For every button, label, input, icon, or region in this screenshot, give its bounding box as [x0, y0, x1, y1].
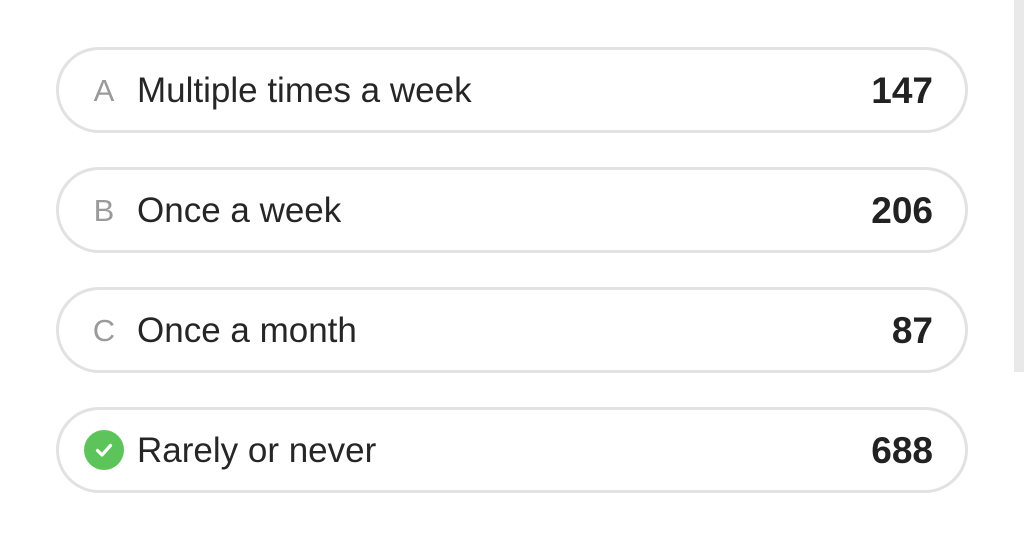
poll-option-b[interactable]: B Once a week 206: [56, 167, 968, 253]
option-marker: B: [84, 190, 124, 230]
option-letter: C: [92, 312, 116, 348]
option-label: Once a month: [137, 310, 357, 350]
option-label: Multiple times a week: [137, 70, 472, 110]
poll-option-a[interactable]: A Multiple times a week 147: [56, 47, 968, 133]
option-letter: B: [93, 192, 115, 228]
option-vote-count: 688: [871, 429, 933, 471]
option-vote-count: 206: [871, 189, 933, 231]
check-circle-icon: [84, 430, 124, 470]
poll-option-d-selected[interactable]: Rarely or never 688: [56, 407, 968, 493]
option-letter: A: [93, 72, 115, 108]
option-vote-count: 147: [871, 69, 933, 111]
option-vote-count: 87: [891, 309, 933, 351]
poll-results-page: A Multiple times a week 147 B Once a wee…: [0, 0, 1024, 556]
poll-options-list: A Multiple times a week 147 B Once a wee…: [56, 47, 968, 493]
option-label: Rarely or never: [137, 430, 377, 470]
poll-option-c[interactable]: C Once a month 87: [56, 287, 968, 373]
scrollbar[interactable]: [1014, 0, 1024, 372]
option-marker: C: [84, 310, 124, 350]
option-marker: A: [84, 70, 124, 110]
option-label: Once a week: [137, 190, 342, 230]
option-marker: [84, 430, 124, 470]
